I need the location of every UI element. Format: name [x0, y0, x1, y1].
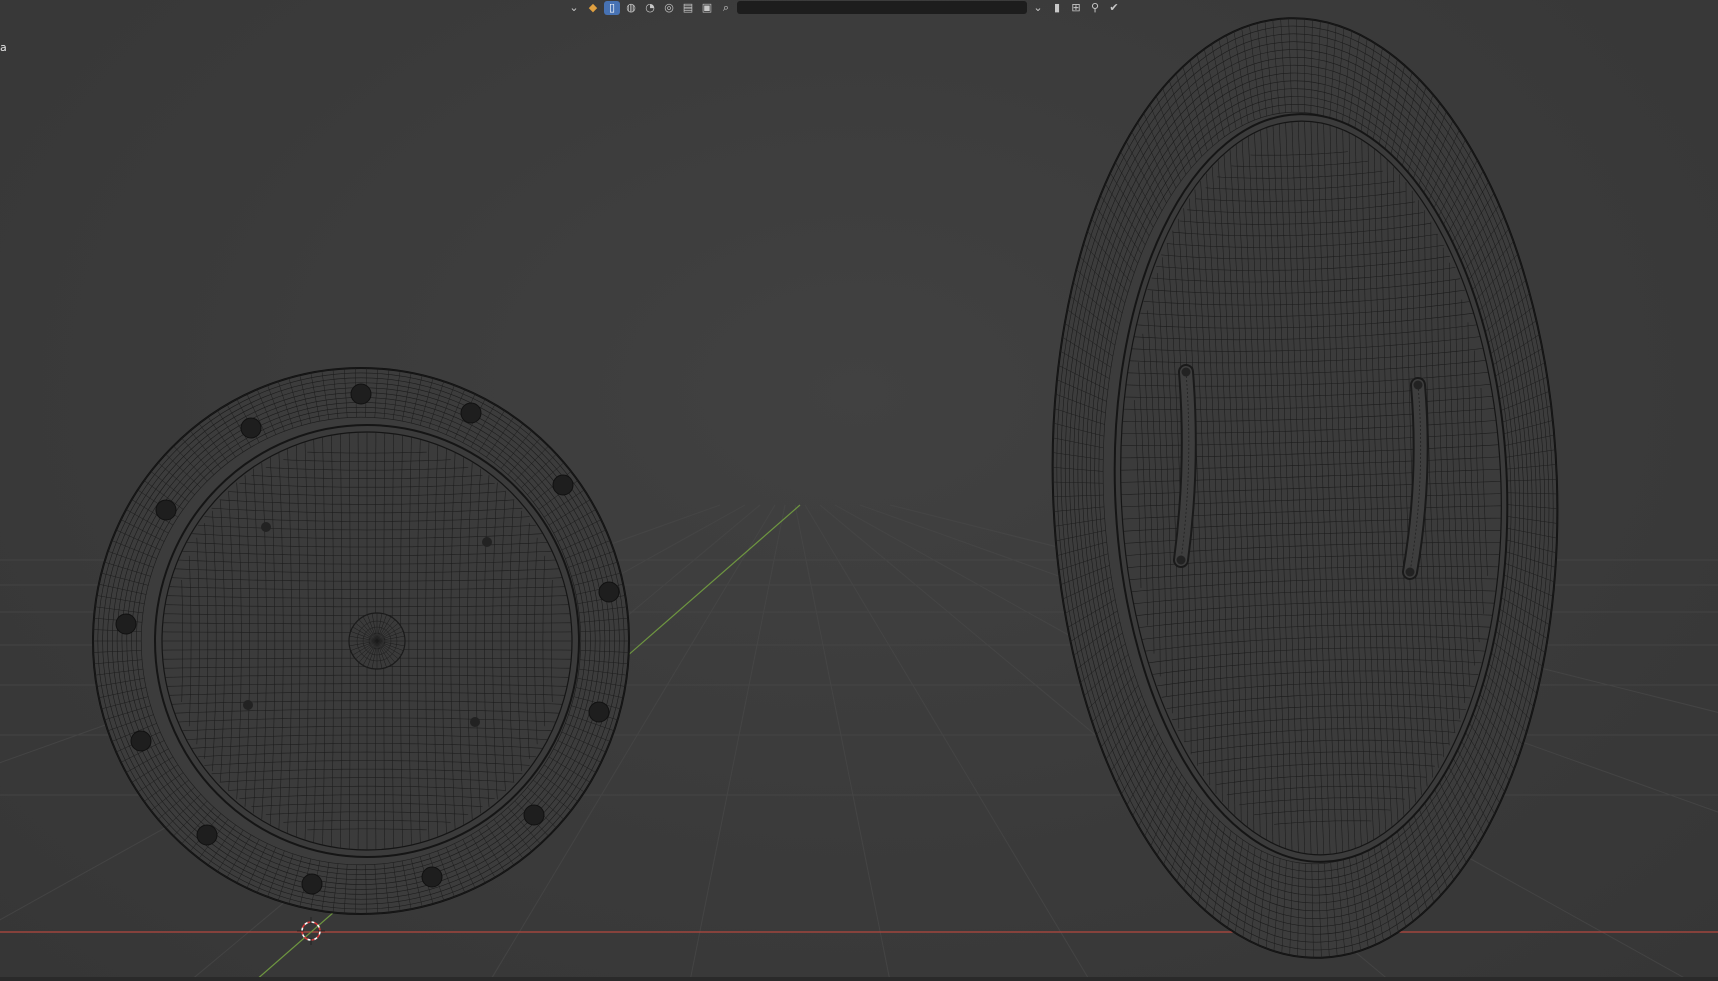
- oval-shield: [1051, 17, 1559, 959]
- rivet: [196, 824, 218, 846]
- rivet: [588, 701, 610, 723]
- sphere-icon[interactable]: ◍: [623, 1, 639, 15]
- grid-line: [794, 504, 891, 981]
- viewport-corner-label: a: [0, 41, 7, 54]
- material-icon[interactable]: ◔: [642, 1, 658, 15]
- rivet: [155, 499, 177, 521]
- rivet: [523, 804, 545, 826]
- search-icon: ⌕: [722, 0, 730, 14]
- round-shield: [92, 367, 630, 915]
- pin-icon[interactable]: ⚲: [1087, 1, 1103, 15]
- document-icon[interactable]: ▯: [604, 0, 620, 15]
- rivet: [240, 417, 262, 439]
- viewport-header: ⌄ ◆ ▯ ◍ ◔ ◎ ▤ ▣ ⌕ ⌄ ▮ ⊞ ⚲ ✔: [566, 0, 1122, 15]
- viewport-bottom-edge: [0, 977, 1718, 981]
- world-icon[interactable]: ◎: [661, 1, 677, 15]
- search-input-field[interactable]: [737, 1, 1027, 14]
- grid-line: [804, 504, 1091, 981]
- image-icon[interactable]: ▤: [680, 1, 696, 15]
- check-icon[interactable]: ✔: [1106, 1, 1122, 15]
- rivet: [421, 866, 443, 888]
- rivet: [552, 474, 574, 496]
- 3d-viewport[interactable]: ⌄ ◆ ▯ ◍ ◔ ◎ ▤ ▣ ⌕ ⌄ ▮ ⊞ ⚲ ✔ a: [0, 0, 1718, 981]
- rivet: [130, 730, 152, 752]
- rivet: [460, 402, 482, 424]
- color-palette-icon[interactable]: ◆: [585, 1, 601, 15]
- view-layout-icon[interactable]: ⊞: [1068, 1, 1084, 15]
- center-boss: [348, 612, 406, 670]
- filter-icon[interactable]: ⌄: [1030, 1, 1046, 15]
- rivet: [115, 613, 137, 635]
- rivet: [350, 383, 372, 405]
- viewport-scene[interactable]: [0, 0, 1718, 981]
- properties-icon[interactable]: ▣: [699, 1, 715, 15]
- grid-line: [689, 504, 786, 981]
- rivet: [301, 873, 323, 895]
- search-input[interactable]: [741, 2, 1027, 13]
- chevron-down-icon[interactable]: ⌄: [566, 1, 582, 15]
- rivet: [598, 581, 620, 603]
- bookmark-icon[interactable]: ▮: [1049, 1, 1065, 15]
